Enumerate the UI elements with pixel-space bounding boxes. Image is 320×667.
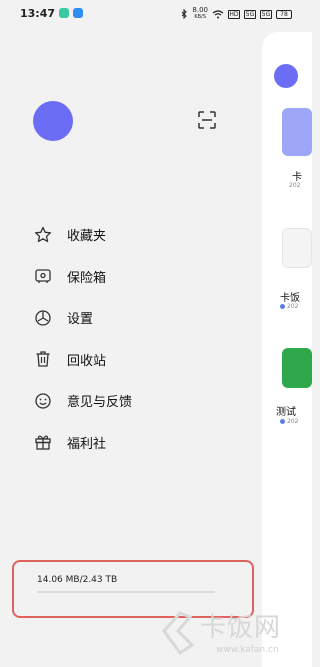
file-title: 卡: [292, 172, 302, 183]
menu-item-feedback[interactable]: 意见与反馈: [32, 380, 252, 422]
watermark-title: 卡饭网: [200, 613, 282, 643]
file-thumbnail[interactable]: [282, 348, 312, 388]
menu-item-settings[interactable]: 设置: [32, 297, 252, 339]
sync-dot-icon: [280, 419, 285, 424]
file-date: 202: [289, 182, 301, 189]
menu-item-recycle-bin[interactable]: 回收站: [32, 339, 252, 381]
site-watermark: 卡饭网 www.kafan.cn: [160, 605, 300, 667]
storage-progress-bar: [37, 591, 215, 593]
status-bar: 13:47 8.00 KB/S HD 5G 5G 78: [0, 0, 300, 28]
file-date: 202: [280, 418, 298, 425]
star-icon: [32, 224, 54, 246]
file-thumbnail[interactable]: [282, 228, 312, 268]
storage-usage-text: 14.06 MB/2.43 TB: [37, 575, 118, 585]
notification-icons: [59, 8, 83, 18]
watermark-logo-icon: [162, 611, 195, 656]
watermark-url: www.kafan.cn: [216, 645, 279, 655]
file-date: 202: [280, 303, 298, 310]
menu-item-favorites[interactable]: 收藏夹: [32, 214, 252, 256]
main-content-panel[interactable]: 卡 202 卡饭 202 测试 202: [262, 32, 312, 667]
file-title: 卡饭: [280, 293, 300, 304]
app-notification-icon: [73, 8, 83, 18]
menu-item-label: 保险箱: [67, 270, 107, 286]
menu-item-welfare[interactable]: 福利社: [32, 422, 252, 464]
menu-item-label: 福利社: [67, 436, 107, 452]
net-speed: 8.00 KB/S: [192, 6, 208, 21]
hd-badge: HD: [228, 9, 240, 19]
signal-5g-2: 5G: [260, 9, 272, 19]
settings-icon: [32, 307, 54, 329]
signal-5g-1: 5G: [244, 9, 256, 19]
menu-item-safe-box[interactable]: 保险箱: [32, 256, 252, 298]
file-title: 测试: [276, 407, 296, 418]
drawer-menu: 收藏夹 保险箱 设置 回收站 意见与反馈 福利社: [32, 214, 252, 463]
user-avatar[interactable]: [33, 101, 73, 141]
sync-dot-icon: [280, 304, 285, 309]
menu-item-label: 收藏夹: [67, 229, 107, 245]
gift-icon: [32, 431, 54, 453]
scan-icon[interactable]: [198, 111, 216, 129]
status-indicators: 8.00 KB/S HD 5G 5G 78: [181, 7, 292, 21]
trash-icon: [32, 348, 54, 370]
folder-thumbnail[interactable]: [282, 108, 312, 156]
bluetooth-icon: [182, 9, 188, 19]
status-time: 13:47: [20, 7, 56, 20]
panel-avatar: [274, 64, 298, 88]
menu-item-label: 意见与反馈: [67, 395, 133, 411]
safe-box-icon: [32, 265, 54, 287]
menu-item-label: 设置: [67, 312, 94, 328]
app-notification-icon: [59, 8, 69, 18]
menu-item-label: 回收站: [67, 353, 107, 369]
smiley-icon: [32, 390, 54, 412]
side-drawer: 收藏夹 保险箱 设置 回收站 意见与反馈 福利社 14.06 MB/2.43 T…: [0, 28, 262, 667]
battery-indicator: 78: [276, 9, 292, 19]
wifi-icon: [212, 9, 224, 18]
